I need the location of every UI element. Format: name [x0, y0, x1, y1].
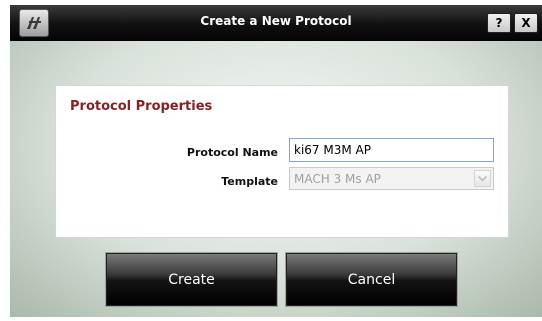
cancel-button[interactable]: Cancel [286, 253, 457, 306]
protocol-name-input[interactable] [289, 138, 494, 162]
template-selected-value: MACH 3 Ms AP [294, 172, 381, 186]
create-button[interactable]: Create [106, 253, 277, 306]
title-bar[interactable]: Create a New Protocol ? X [10, 5, 542, 41]
protocol-name-label: Protocol Name [186, 146, 278, 159]
chevron-down-icon[interactable] [474, 170, 491, 187]
close-icon: X [521, 16, 531, 30]
panel-heading: Protocol Properties [70, 99, 213, 114]
window-title: Create a New Protocol [200, 14, 352, 28]
help-icon: ? [495, 16, 503, 30]
protocol-properties-panel: Protocol Properties Protocol Name Templa… [55, 85, 509, 238]
dialog-window: Create a New Protocol ? X Protocol Prope… [10, 5, 542, 317]
close-button[interactable]: X [514, 13, 538, 33]
help-button[interactable]: ? [487, 13, 511, 33]
template-label: Template [221, 175, 278, 188]
template-select[interactable]: MACH 3 Ms AP [289, 167, 494, 190]
